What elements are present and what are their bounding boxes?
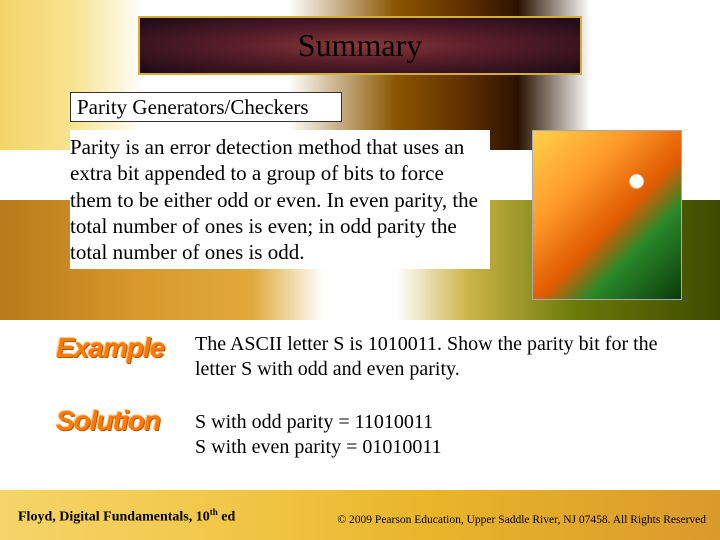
footer-left-post: ed xyxy=(218,510,236,525)
footer-left-sup: th xyxy=(210,507,218,517)
body-paragraph: Parity is an error detection method that… xyxy=(70,130,490,269)
example-text: The ASCII letter S is 1010011. Show the … xyxy=(195,332,675,382)
footer-left-pre: Floyd, Digital Fundamentals, 10 xyxy=(18,510,210,525)
example-label: Example xyxy=(56,332,164,364)
solution-line-2: S with even parity = 01010011 xyxy=(195,435,615,460)
footer-right: © 2009 Pearson Education, Upper Saddle R… xyxy=(337,514,706,526)
solution-label: Solution xyxy=(56,405,160,437)
footer-left: Floyd, Digital Fundamentals, 10th ed xyxy=(18,507,235,526)
section-subheading: Parity Generators/Checkers xyxy=(70,92,342,122)
slide-title: Summary xyxy=(298,27,422,64)
solution-line-1: S with odd parity = 11010011 xyxy=(195,410,615,435)
solution-text: S with odd parity = 11010011 S with even… xyxy=(195,410,615,460)
slide-title-bar: Summary xyxy=(140,18,580,73)
decorative-photo xyxy=(532,130,682,300)
